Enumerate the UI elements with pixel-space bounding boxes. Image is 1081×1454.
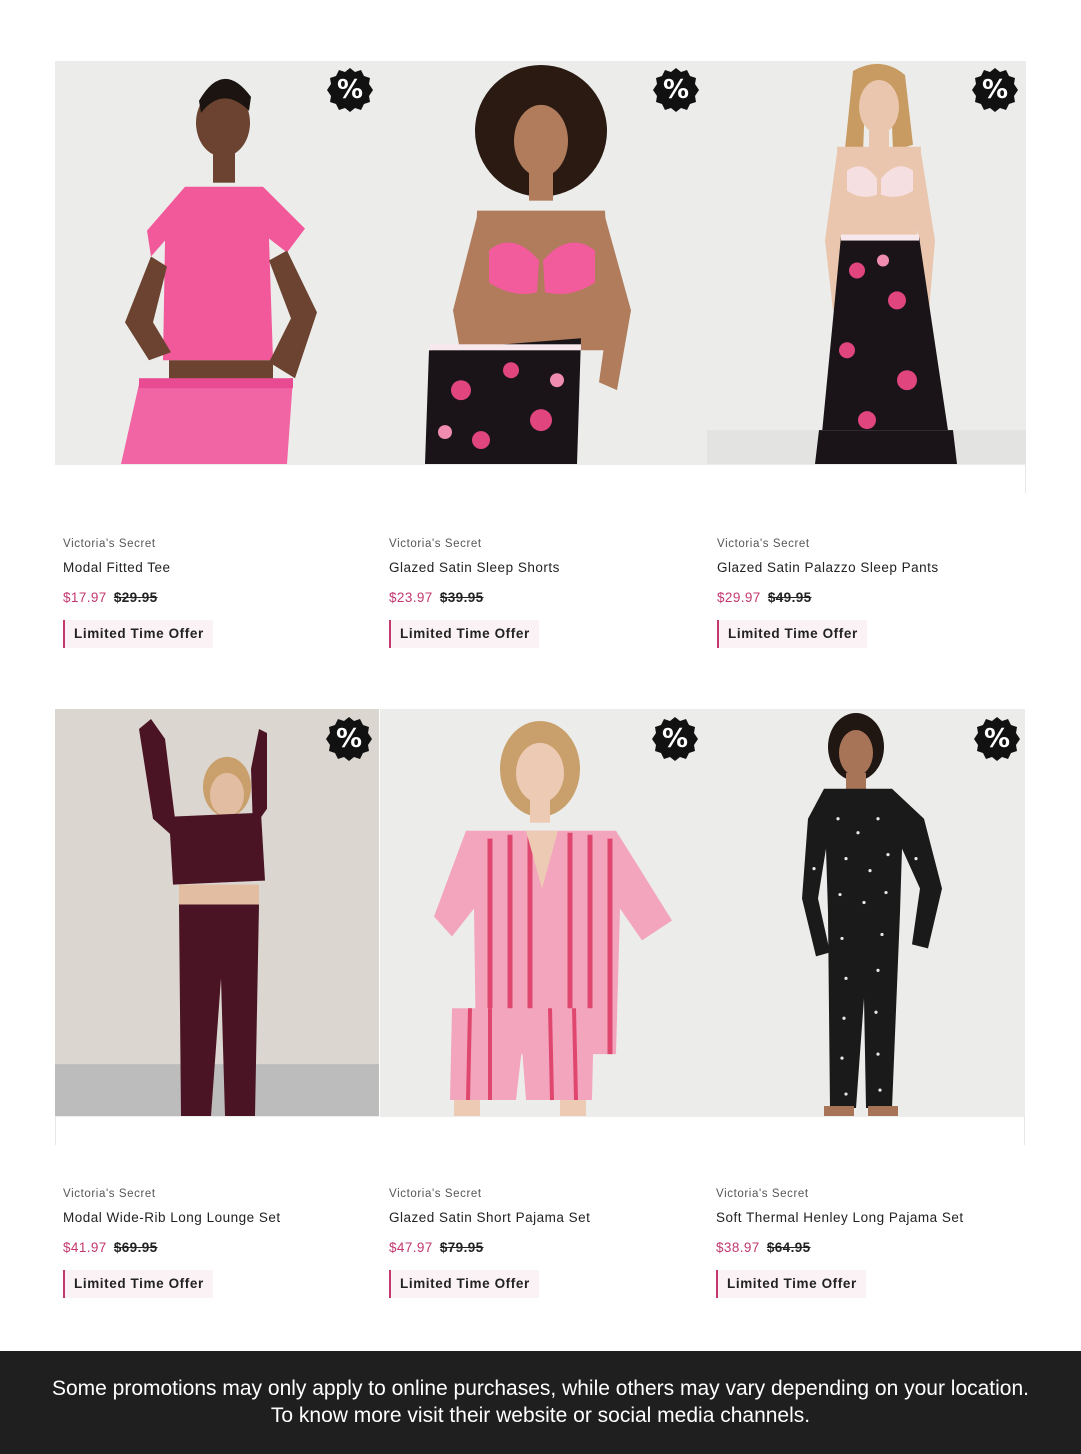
price-row: $23.97 $39.95 (389, 590, 560, 610)
sale-price: $38.97 (716, 1240, 760, 1255)
product-photo-black-henley-set (706, 709, 1025, 1116)
discount-badge: % (652, 716, 698, 762)
percent-icon: % (662, 75, 690, 105)
percent-icon: % (335, 724, 363, 754)
original-price: $69.95 (113, 1240, 158, 1255)
product-name[interactable]: Glazed Satin Palazzo Sleep Pants (717, 560, 939, 580)
product-name[interactable]: Glazed Satin Sleep Shorts (389, 560, 560, 580)
price-row: $29.97 $49.95 (717, 590, 939, 610)
product-brand: Victoria's Secret (717, 538, 810, 550)
disclaimer-line-2: To know more visit their website or soci… (270, 1404, 811, 1427)
price-row: $38.97 $64.95 (716, 1240, 964, 1260)
product-image[interactable]: % (55, 61, 381, 465)
original-price: $29.95 (113, 590, 158, 605)
product-name[interactable]: Glazed Satin Short Pajama Set (389, 1210, 590, 1230)
percent-icon: % (661, 724, 689, 754)
original-price: $49.95 (767, 590, 812, 605)
product-card[interactable]: % Victoria's Secret Modal Wide-Rib Long … (55, 709, 379, 1298)
product-card[interactable]: % Victoria's Secret Glazed Satin Palazzo… (707, 61, 1026, 648)
discount-badge: % (653, 67, 699, 113)
product-name[interactable]: Modal Wide-Rib Long Lounge Set (63, 1210, 281, 1230)
product-card[interactable]: % Victoria's Secret Glazed Satin Sleep S… (381, 61, 707, 648)
divider (1024, 1117, 1025, 1145)
disclaimer-line-1: Some promotions may only apply to online… (51, 1377, 1030, 1400)
product-brand: Victoria's Secret (716, 1188, 809, 1200)
original-price: $39.95 (439, 590, 484, 605)
discount-badge: % (327, 67, 373, 113)
product-brand: Victoria's Secret (63, 1188, 156, 1200)
product-photo-pink-tee (55, 61, 381, 464)
product-info: Victoria's Secret Glazed Satin Sleep Sho… (389, 538, 560, 648)
product-card[interactable]: % Victoria's Secret Glazed Satin Short P… (380, 709, 706, 1298)
product-brand: Victoria's Secret (389, 1188, 482, 1200)
product-image[interactable]: % (707, 61, 1026, 465)
divider (55, 1117, 56, 1145)
percent-icon: % (336, 75, 364, 105)
sale-price: $17.97 (63, 590, 107, 605)
product-name[interactable]: Soft Thermal Henley Long Pajama Set (716, 1210, 964, 1230)
limited-offer-badge: Limited Time Offer (389, 1270, 539, 1298)
product-brand: Victoria's Secret (389, 538, 482, 550)
limited-offer-badge: Limited Time Offer (716, 1270, 866, 1298)
product-info: Victoria's Secret Modal Fitted Tee $17.9… (63, 538, 213, 648)
product-image[interactable]: % (381, 61, 707, 465)
original-price: $79.95 (439, 1240, 484, 1255)
price-row: $41.97 $69.95 (63, 1240, 281, 1260)
percent-icon: % (981, 75, 1009, 105)
product-brand: Victoria's Secret (63, 538, 156, 550)
product-image[interactable]: % (55, 709, 379, 1117)
product-grid-page: % Victoria's Secret Modal Fitted Tee $17… (0, 0, 1081, 1454)
original-price: $64.95 (766, 1240, 811, 1255)
discount-badge: % (326, 716, 372, 762)
product-card[interactable]: % Victoria's Secret Modal Fitted Tee $17… (55, 61, 381, 648)
limited-offer-badge: Limited Time Offer (63, 1270, 213, 1298)
discount-badge: % (972, 67, 1018, 113)
product-info: Victoria's Secret Modal Wide-Rib Long Lo… (63, 1188, 281, 1298)
product-photo-floral-shorts (381, 61, 707, 464)
price-row: $47.97 $79.95 (389, 1240, 590, 1260)
product-card[interactable]: % Victoria's Secret Soft Thermal Henley … (706, 709, 1025, 1298)
product-info: Victoria's Secret Soft Thermal Henley Lo… (716, 1188, 964, 1298)
sale-price: $29.97 (717, 590, 761, 605)
limited-offer-badge: Limited Time Offer (63, 620, 213, 648)
sale-price: $47.97 (389, 1240, 433, 1255)
discount-badge: % (974, 716, 1020, 762)
product-photo-striped-pajama-set (380, 709, 706, 1116)
price-row: $17.97 $29.95 (63, 590, 213, 610)
product-photo-burgundy-lounge-set (55, 709, 379, 1116)
divider (1025, 465, 1026, 493)
product-image[interactable]: % (706, 709, 1025, 1117)
sale-price: $41.97 (63, 1240, 107, 1255)
percent-icon: % (983, 724, 1011, 754)
product-image[interactable]: % (380, 709, 706, 1117)
limited-offer-badge: Limited Time Offer (389, 620, 539, 648)
product-info: Victoria's Secret Glazed Satin Palazzo S… (717, 538, 939, 648)
product-info: Victoria's Secret Glazed Satin Short Paj… (389, 1188, 590, 1298)
product-name[interactable]: Modal Fitted Tee (63, 560, 213, 580)
promo-disclaimer-banner: Some promotions may only apply to online… (0, 1351, 1081, 1454)
limited-offer-badge: Limited Time Offer (717, 620, 867, 648)
sale-price: $23.97 (389, 590, 433, 605)
product-photo-floral-pants (707, 61, 1026, 464)
